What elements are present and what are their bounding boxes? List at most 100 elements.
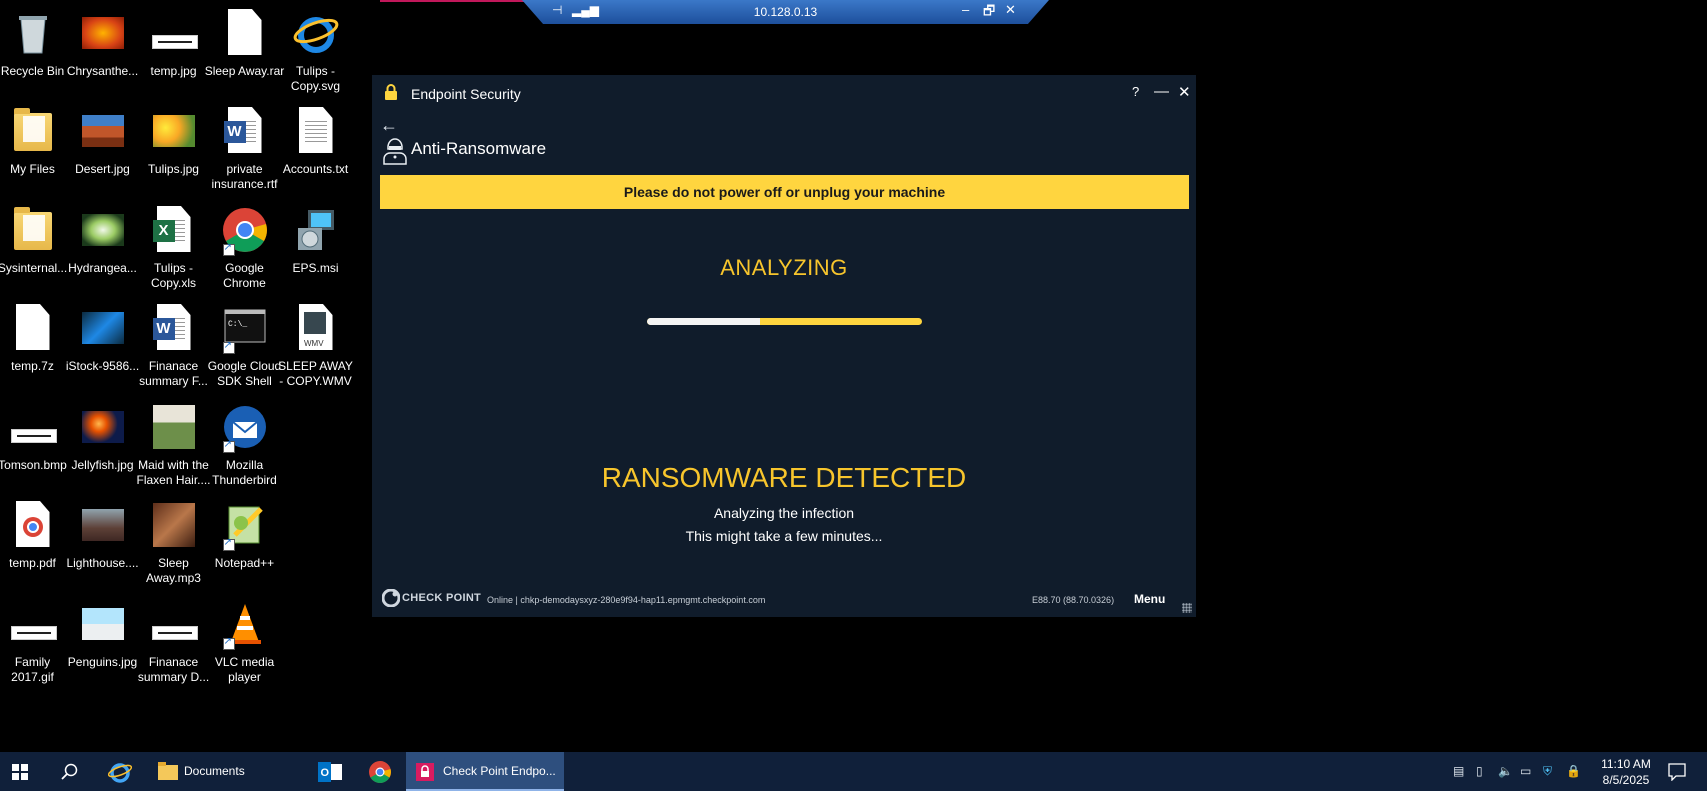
desktop-icon-chrysanthemum[interactable]: Chrysanthe... [64, 0, 141, 100]
clock-date: 8/5/2025 [1602, 773, 1650, 787]
desktop-icon-tomson-bmp[interactable]: Tomson.bmp [0, 394, 71, 494]
svg-text:O: O [321, 767, 330, 779]
word-document-icon: W [150, 304, 198, 352]
icon-label: temp.jpg [150, 64, 197, 78]
icon-label: EPS.msi [292, 261, 339, 275]
desktop-icon-desert[interactable]: Desert.jpg [64, 98, 141, 198]
check-point-logo-icon [382, 589, 400, 607]
terminal-icon: C:\_ [221, 304, 269, 354]
image-file-icon [150, 600, 198, 648]
search-button[interactable] [50, 752, 90, 791]
start-button[interactable] [0, 752, 40, 791]
word-document-icon: W [221, 107, 269, 155]
folder-icon [9, 206, 57, 254]
taskbar-internet-explorer[interactable] [100, 752, 140, 791]
desktop-icon-jellyfish[interactable]: Jellyfish.jpg [64, 394, 141, 494]
search-icon [61, 763, 78, 780]
desktop-icon-google-cloud-sdk[interactable]: C:\_ Google Cloud SDK Shell [206, 295, 283, 395]
taskbar-check-point-endpoint[interactable]: Check Point Endpo... [406, 752, 564, 791]
icon-label: VLC media player [214, 655, 275, 684]
desktop-icon-sleep-away-mp3[interactable]: Sleep Away.mp3 [135, 492, 212, 592]
desktop-icon-vlc[interactable]: VLC media player [206, 591, 283, 691]
desktop-icon-google-chrome[interactable]: Google Chrome [206, 197, 283, 297]
desktop-icon-private-insurance[interactable]: W private insurance.rtf [206, 98, 283, 198]
rdp-minimize-button[interactable]: ‒ [962, 2, 969, 17]
desktop-icon-tulips-jpg[interactable]: Tulips.jpg [135, 98, 212, 198]
desktop-icon-sleep-away-wmv[interactable]: WMV SLEEP AWAY - COPY.WMV [277, 295, 354, 395]
endpoint-security-window: Endpoint Security ? — ✕ ← Anti-Ransomwar… [372, 75, 1196, 617]
blank-file-icon [9, 304, 57, 352]
notifications-icon[interactable] [1668, 763, 1686, 781]
desktop-icon-accounts-txt[interactable]: Accounts.txt [277, 98, 354, 198]
anti-ransomware-hacker-icon [383, 138, 407, 165]
help-button[interactable]: ? [1132, 84, 1139, 99]
icon-label: Penguins.jpg [67, 655, 138, 669]
usb-device-icon[interactable]: ▯ [1476, 764, 1483, 778]
resize-grip-icon[interactable] [1182, 603, 1192, 613]
system-clock[interactable]: 11:10 AM 8/5/2025 [1596, 756, 1656, 788]
desktop-icon-hydrangeas[interactable]: Hydrangea... [64, 197, 141, 297]
folder-icon [9, 107, 57, 155]
desktop-icon-temp-7z[interactable]: temp.7z [0, 295, 71, 395]
desktop-icon-sleep-away-rar[interactable]: Sleep Away.rar [204, 0, 285, 100]
thunderbird-icon [221, 403, 269, 453]
status-message: Analyzing the infection [713, 505, 855, 521]
taskbar-chrome[interactable] [360, 752, 400, 791]
taskbar-documents-label: Documents [184, 764, 245, 778]
desktop-icon-finanace-summary-d[interactable]: Finanace summary D... [135, 591, 212, 691]
check-point-lock-icon [416, 763, 434, 781]
icon-label: Google Chrome [223, 261, 266, 290]
image-thumbnail-icon [79, 403, 127, 451]
internet-explorer-icon [292, 9, 340, 57]
icon-label: Hydrangea... [68, 261, 137, 275]
desktop-icon-eps-msi[interactable]: EPS.msi [277, 197, 354, 297]
menu-button[interactable]: Menu [1134, 592, 1165, 606]
image-file-icon [150, 9, 198, 57]
rdp-restore-button[interactable]: 🗗 [983, 2, 995, 24]
icon-label: Accounts.txt [282, 162, 349, 176]
rdp-close-button[interactable]: ✕ [1005, 2, 1016, 18]
desktop-icon-sysinternals[interactable]: Sysinternal... [0, 197, 71, 297]
desktop-icon-penguins[interactable]: Penguins.jpg [64, 591, 141, 691]
desktop-icon-recycle-bin[interactable]: Recycle Bin [0, 0, 71, 100]
desktop-icon-tulips-copy-xls[interactable]: X Tulips - Copy.xls [135, 197, 212, 297]
volume-muted-icon[interactable]: 🔈 [1498, 764, 1513, 778]
security-shield-icon[interactable]: ⛨ [1543, 764, 1552, 779]
desktop-icon-maid-flaxen-hair[interactable]: Maid with the Flaxen Hair.... [135, 394, 212, 494]
desktop-icon-tulips-copy-svg[interactable]: Tulips - Copy.svg [277, 0, 354, 100]
minimize-button[interactable]: — [1154, 83, 1169, 100]
warning-banner: Please do not power off or unplug your m… [380, 175, 1189, 209]
taskbar-outlook[interactable]: O [310, 752, 350, 791]
desktop-icon-finanace-summary-f[interactable]: W Finanace summary F... [135, 295, 212, 395]
brand-name: CHECK POINT [402, 592, 482, 604]
desktop-icon-mozilla-thunderbird[interactable]: Mozilla Thunderbird [206, 394, 283, 494]
desktop-icon-lighthouse[interactable]: Lighthouse.... [64, 492, 141, 592]
desktop-icon-family-2017[interactable]: Family 2017.gif [0, 591, 71, 691]
pdf-file-icon [9, 501, 57, 549]
desktop-icon-temp-pdf[interactable]: temp.pdf [0, 492, 71, 592]
svg-text:C:\_: C:\_ [228, 320, 247, 329]
version-label: E88.70 (88.70.0326) [1032, 595, 1115, 605]
network-icon[interactable]: ▭ [1520, 764, 1531, 778]
check-point-tray-lock-icon[interactable]: 🔒 [1566, 764, 1581, 778]
icon-label: Tulips - Copy.svg [290, 64, 341, 93]
icon-label: Tulips.jpg [148, 162, 199, 176]
icon-label: Sleep Away.mp3 [146, 556, 201, 585]
back-arrow-icon[interactable]: ← [380, 115, 398, 136]
file-explorer-icon [158, 762, 178, 780]
desktop-icon-temp-jpg[interactable]: temp.jpg [135, 0, 212, 100]
image-thumbnail-icon [79, 9, 127, 57]
icon-label: Sleep Away.rar [204, 64, 285, 78]
icon-label: Google Cloud SDK Shell [207, 359, 282, 388]
icon-label: Finanace summary F... [139, 359, 208, 388]
window-title: Endpoint Security [411, 86, 521, 102]
desktop-icon-istock[interactable]: iStock-9586... [64, 295, 141, 395]
desktop-icon-notepad-plus-plus[interactable]: Notepad++ [206, 492, 283, 592]
close-button[interactable]: ✕ [1178, 83, 1191, 101]
notepad-plus-plus-icon [221, 501, 269, 551]
network-drive-icon[interactable]: ▤ [1453, 764, 1464, 778]
recycle-bin-icon [9, 9, 57, 57]
image-thumbnail-icon [79, 501, 127, 549]
desktop-icon-my-files[interactable]: My Files [0, 98, 71, 198]
icon-label: Jellyfish.jpg [71, 458, 134, 472]
